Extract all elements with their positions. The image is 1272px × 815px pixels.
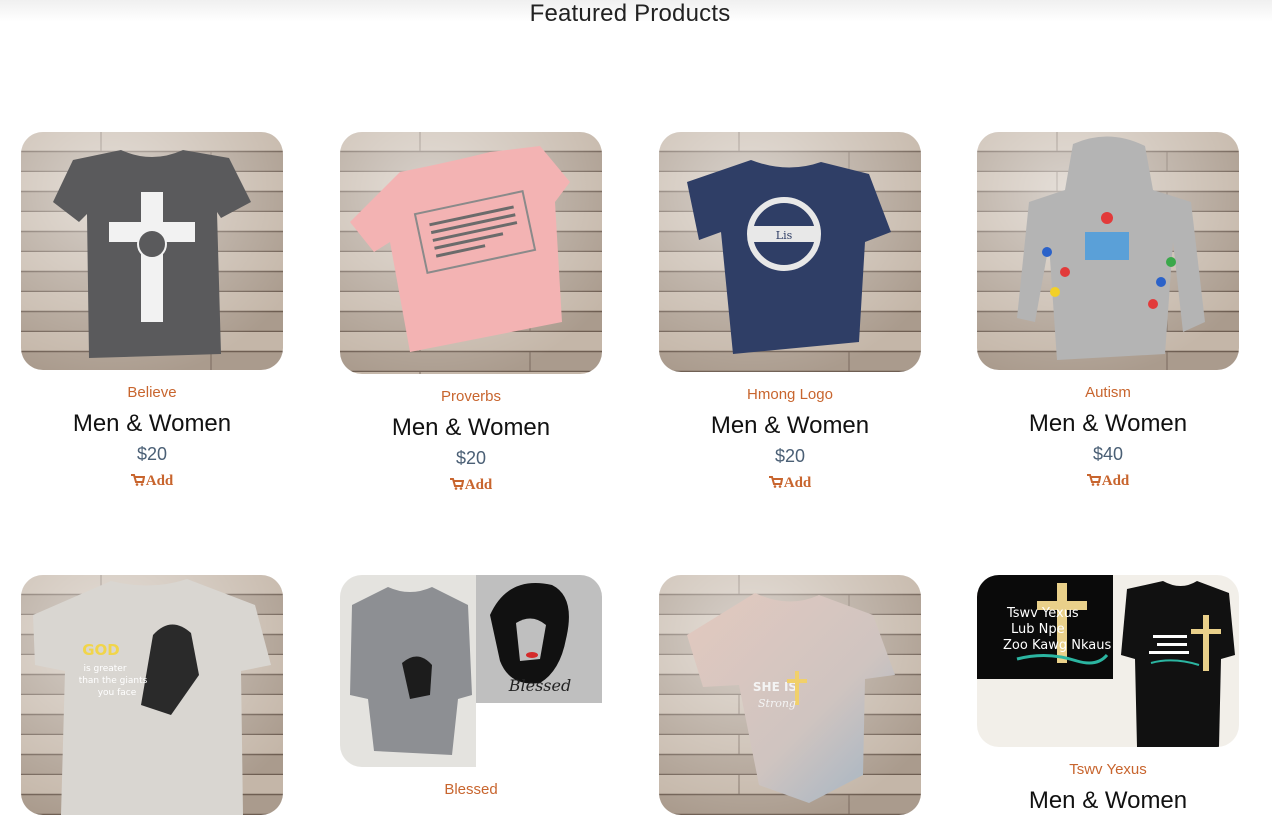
shirt-print-text: Tswv Yexus: [1006, 606, 1079, 621]
product-category[interactable]: Tswv Yexus: [977, 761, 1239, 779]
product-price: $20: [774, 446, 806, 466]
add-to-cart-button[interactable]: Add: [441, 477, 501, 494]
product-image[interactable]: [977, 132, 1239, 370]
add-label: Add: [145, 473, 174, 489]
add-label: Add: [464, 477, 493, 493]
product-image[interactable]: Blessed: [340, 575, 602, 767]
product-card[interactable]: Lis Hmong Logo Men & Women $20 Add: [659, 132, 921, 492]
shirt-print-text: Strong: [758, 697, 796, 710]
product-category[interactable]: Autism: [977, 384, 1239, 402]
add-label: Add: [783, 475, 812, 491]
shirt-print-text: than the giants: [79, 676, 148, 686]
product-name[interactable]: Men & Women: [977, 410, 1239, 438]
add-to-cart-button[interactable]: Add: [760, 475, 820, 492]
product-card[interactable]: Believe Men & Women $20 Add: [21, 132, 283, 490]
cart-icon: [449, 478, 464, 490]
product-card[interactable]: Blessed Blessed: [340, 575, 602, 799]
add-to-cart-button[interactable]: Add: [1078, 473, 1138, 490]
shirt-print-text: Zoo Kawg Nkaus: [1003, 638, 1111, 653]
product-card[interactable]: GOD is greater than the giants you face: [21, 575, 283, 815]
product-card[interactable]: Proverbs Men & Women $20 Add: [340, 132, 602, 494]
shirt-print-text: Blessed: [508, 676, 571, 695]
product-price: $20: [455, 448, 487, 468]
product-card[interactable]: Tswv Yexus Lub Npe Zoo Kawg Nkaus Tswv Y…: [977, 575, 1239, 815]
product-image[interactable]: GOD is greater than the giants you face: [21, 575, 283, 815]
shirt-print-text: you face: [98, 688, 137, 698]
product-category[interactable]: Blessed: [340, 781, 602, 799]
add-to-cart-button[interactable]: Add: [122, 473, 182, 490]
product-image[interactable]: Tswv Yexus Lub Npe Zoo Kawg Nkaus: [977, 575, 1239, 747]
cart-icon: [130, 474, 145, 486]
product-name[interactable]: Men & Women: [340, 414, 602, 442]
product-price: $40: [1092, 444, 1124, 464]
product-category[interactable]: Hmong Logo: [659, 386, 921, 404]
product-category[interactable]: Proverbs: [340, 388, 602, 406]
product-name[interactable]: Men & Women: [977, 787, 1239, 815]
shirt-print-text: GOD: [82, 641, 120, 659]
cart-icon: [1086, 474, 1101, 486]
product-image[interactable]: [340, 132, 602, 374]
add-label: Add: [1101, 473, 1130, 489]
shirt-print-text: Lub Npe: [1011, 622, 1065, 637]
cart-icon: [768, 476, 783, 488]
shirt-print-text: Lis: [776, 229, 793, 242]
product-category[interactable]: Believe: [21, 384, 283, 402]
product-name[interactable]: Men & Women: [659, 412, 921, 440]
product-image[interactable]: SHE IS Strong: [659, 575, 921, 815]
product-image[interactable]: [21, 132, 283, 370]
shirt-print-text: is greater: [83, 664, 126, 674]
section-title: Featured Products: [529, 0, 731, 27]
product-name[interactable]: Men & Women: [21, 410, 283, 438]
product-image[interactable]: Lis: [659, 132, 921, 372]
product-price: $20: [136, 444, 168, 464]
product-card[interactable]: Autism Men & Women $40 Add: [977, 132, 1239, 490]
product-card[interactable]: SHE IS Strong: [659, 575, 921, 815]
